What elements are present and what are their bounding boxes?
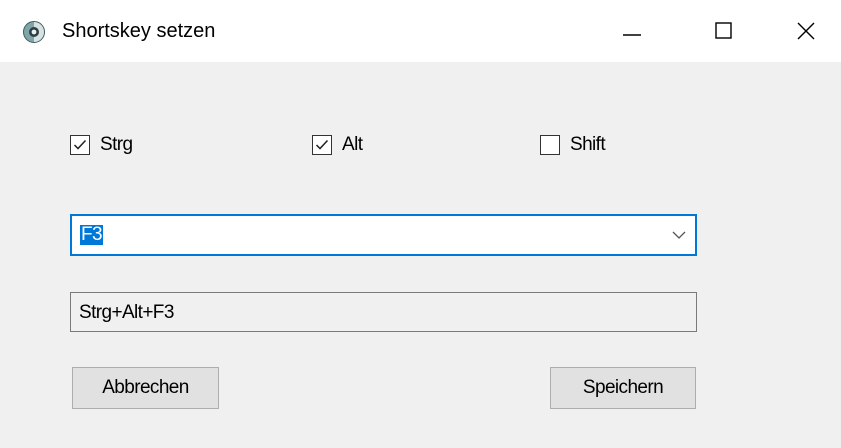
checkbox-strg[interactable]: Strg [70,134,133,156]
minimize-icon [623,34,641,36]
checkbox-alt-box[interactable] [312,135,332,155]
checkbox-strg-label[interactable]: Strg [100,134,133,156]
checkbox-shift-label[interactable]: Shift [570,134,606,156]
maximize-icon [715,22,732,39]
checkbox-alt[interactable]: Alt [312,134,363,156]
shortcut-preview-field: Strg+Alt+F3 [70,292,697,332]
app-icon [22,20,46,44]
minimize-button[interactable] [586,0,678,62]
window-title: Shortskey setzen [62,20,216,42]
key-select-value: F3 [80,224,103,245]
shortcut-dialog: Shortskey setzen Strg Alt Shift F3 Strg+… [0,0,841,448]
checkmark-icon [73,139,87,150]
save-button[interactable]: Speichern [550,367,696,409]
shortcut-preview-value: Strg+Alt+F3 [79,302,174,323]
chevron-down-icon[interactable] [671,228,687,242]
checkbox-shift-box[interactable] [540,135,560,155]
title-bar: Shortskey setzen [0,0,841,62]
checkbox-alt-label[interactable]: Alt [342,134,363,156]
checkmark-icon [315,139,329,150]
close-button[interactable] [770,0,841,62]
close-icon [797,22,814,40]
cancel-button[interactable]: Abbrechen [72,367,219,409]
key-select[interactable]: F3 [70,214,697,256]
checkbox-shift[interactable]: Shift [540,134,606,156]
checkbox-strg-box[interactable] [70,135,90,155]
maximize-button[interactable] [678,0,770,62]
